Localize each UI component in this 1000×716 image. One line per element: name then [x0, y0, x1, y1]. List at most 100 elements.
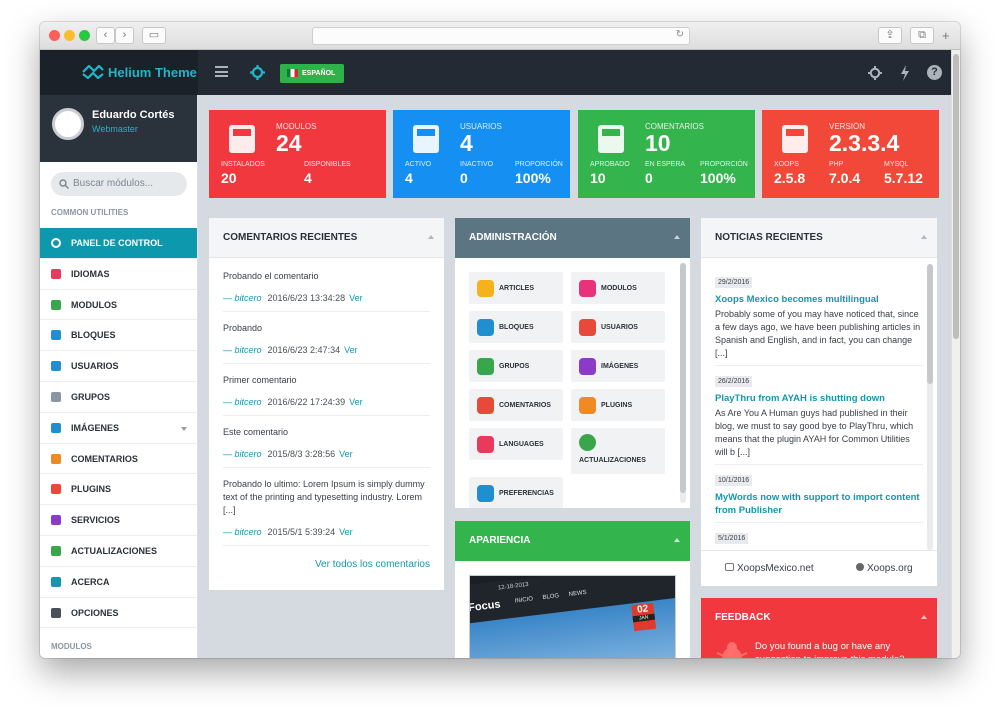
search-icon: [59, 179, 69, 189]
reload-icon[interactable]: ↻: [676, 29, 684, 40]
admin-item-bloques[interactable]: BLOQUES: [469, 311, 563, 343]
admin-item-actualizaciones[interactable]: ACTUALIZACIONES: [571, 428, 665, 474]
stat-card-comentarios[interactable]: COMENTARIOS 10 APROBADO 10 EN ESPERA 0 PROPORC…: [578, 110, 755, 198]
sidebar-item-panel-de-control[interactable]: PANEL DE CONTROL: [40, 228, 197, 259]
sidebar-item-label: IMÁGENES: [71, 422, 120, 433]
sidebar-item-label: GRUPOS: [71, 391, 111, 402]
theme-preview-image[interactable]: 12-18-2013 Focus INICIO BLOG NEWS 02 JAN: [469, 575, 676, 658]
view-all-comments-link[interactable]: Ver todos los comentarios: [209, 559, 444, 570]
user-role[interactable]: Webmaster: [92, 124, 138, 134]
stat-sub-label: DISPONIBLES: [304, 161, 351, 168]
forward-button[interactable]: ›: [115, 27, 134, 44]
maximize-window-button[interactable]: [79, 30, 90, 41]
share-icon[interactable]: ⇪: [878, 27, 902, 44]
tabs-icon[interactable]: ⧉: [910, 27, 934, 44]
admin-item-languages[interactable]: LANGUAGES: [469, 428, 563, 460]
info-icon: [51, 576, 61, 587]
stat-sub-value: 20: [221, 170, 237, 186]
stat-sub-label: PROPORCIÓN: [515, 161, 563, 168]
bolt-icon[interactable]: [900, 65, 910, 81]
stat-card-modulos[interactable]: MODULOS 24 INSTALADOS 20 DISPONIBLES 4: [209, 110, 386, 198]
sidebar-item-servicios[interactable]: SERVICIOS: [40, 505, 197, 536]
sidebar-item-idiomas[interactable]: IDIOMAS: [40, 259, 197, 290]
new-tab-icon[interactable]: +: [942, 28, 950, 43]
sidebar-item-opciones[interactable]: OPCIONES: [40, 598, 197, 629]
page-scroll-thumb[interactable]: [953, 54, 959, 339]
admin-item-imagenes[interactable]: IMÁGENES: [571, 350, 665, 382]
stat-sub-label: PROPORCIÓN: [700, 161, 748, 168]
collapse-caret-icon[interactable]: [674, 538, 680, 542]
comment-author[interactable]: — bitcero: [223, 293, 262, 303]
plugin-icon: [51, 484, 61, 495]
news-title-link[interactable]: MyWords now with support to import conte…: [715, 491, 923, 517]
gear-icon[interactable]: [250, 65, 265, 80]
page-scrollbar[interactable]: [951, 50, 960, 658]
news-date: 5/1/2016: [715, 533, 749, 544]
menu-icon[interactable]: [215, 66, 228, 77]
news-item: 5/1/2016¡Ya está disponible Common Utili…: [715, 523, 923, 548]
wrench-icon: [51, 607, 61, 618]
stat-card-version[interactable]: VERSIÓN 2.3.3.4 XOOPS 2.5.8 PHP 7.0.4 MYSQL 5.7…: [762, 110, 939, 198]
close-window-button[interactable]: [49, 30, 60, 41]
sidebar-item-usuarios[interactable]: USUARIOS: [40, 351, 197, 382]
address-bar[interactable]: ↻: [312, 27, 690, 45]
comment-meta: — bitcero 2016/6/23 2:47:34 Ver: [223, 345, 430, 355]
admin-scrollbar[interactable]: [680, 263, 686, 503]
sidebar-item-grupos[interactable]: GRUPOS: [40, 382, 197, 413]
view-comment-link[interactable]: Ver: [349, 293, 363, 303]
settings-icon[interactable]: [868, 66, 882, 80]
appearance-header: APARIENCIA: [455, 521, 690, 561]
comment-author[interactable]: — bitcero: [223, 397, 262, 407]
collapse-caret-icon[interactable]: [674, 235, 680, 239]
view-comment-link[interactable]: Ver: [344, 345, 358, 355]
blocks-icon: [477, 319, 494, 336]
preview-logo: Focus: [469, 598, 502, 615]
refresh-icon: [51, 545, 61, 556]
language-button[interactable]: ESPAÑOL: [280, 64, 344, 83]
comment-date: 2016/6/23 13:34:28: [267, 293, 346, 303]
xoops-org-link[interactable]: Xoops.org: [856, 563, 913, 574]
chevron-down-icon[interactable]: [181, 426, 187, 431]
comment-author[interactable]: — bitcero: [223, 527, 262, 537]
brand-logo[interactable]: Helium Theme: [40, 50, 198, 95]
comment-author[interactable]: — bitcero: [223, 449, 262, 459]
news-scrollbar[interactable]: [927, 264, 933, 550]
view-comment-link[interactable]: Ver: [339, 449, 353, 459]
sidebar-toggle-icon[interactable]: ▭: [142, 27, 166, 44]
admin-item-usuarios[interactable]: USUARIOS: [571, 311, 665, 343]
admin-item-grupos[interactable]: GRUPOS: [469, 350, 563, 382]
back-button[interactable]: ‹: [96, 27, 115, 44]
search-placeholder: Buscar módulos...: [73, 178, 154, 189]
news-title-link[interactable]: PlayThru from AYAH is shutting down: [715, 392, 923, 405]
module-search-input[interactable]: Buscar módulos...: [51, 172, 187, 196]
sidebar-item-actualizaciones[interactable]: ACTUALIZACIONES: [40, 536, 197, 567]
xoopsmexico-link[interactable]: XoopsMexico.net: [725, 563, 814, 574]
sidebar-item-imagenes[interactable]: IMÁGENES: [40, 413, 197, 444]
view-comment-link[interactable]: Ver: [339, 527, 353, 537]
comment-author[interactable]: — bitcero: [223, 345, 262, 355]
admin-item-plugins[interactable]: PLUGINS: [571, 389, 665, 421]
collapse-caret-icon[interactable]: [428, 235, 434, 239]
sidebar-item-comentarios[interactable]: COMENTARIOS: [40, 444, 197, 475]
avatar[interactable]: [52, 108, 84, 140]
news-title-link[interactable]: Xoops Mexico becomes multilingual: [715, 293, 923, 306]
image-icon: [579, 358, 596, 375]
admin-item-comentarios[interactable]: COMENTARIOS: [469, 389, 563, 421]
stat-card-usuarios[interactable]: USUARIOS 4 ACTIVO 4 INACTIVO 0 PROPORCIÓN 100%: [393, 110, 570, 198]
administration-panel: ADMINISTRACIÓN ARTICLES MODULOS BLOQUES USU…: [455, 218, 690, 508]
minimize-window-button[interactable]: [64, 30, 75, 41]
sidebar-item-modulos[interactable]: MODULOS: [40, 290, 197, 321]
sidebar-item-acerca[interactable]: ACERCA: [40, 567, 197, 598]
sidebar-item-label: PANEL DE CONTROL: [71, 238, 163, 248]
sidebar-item-plugins[interactable]: PLUGINS: [40, 474, 197, 506]
admin-item-modulos[interactable]: MODULOS: [571, 272, 665, 304]
help-icon[interactable]: ?: [927, 65, 942, 80]
collapse-caret-icon[interactable]: [921, 615, 927, 619]
view-comment-link[interactable]: Ver: [349, 397, 363, 407]
admin-item-articles[interactable]: ARTICLES: [469, 272, 563, 304]
user-profile[interactable]: Eduardo Cortés Webmaster: [40, 95, 197, 162]
admin-item-preferencias[interactable]: PREFERENCIAS: [469, 477, 563, 508]
collapse-caret-icon[interactable]: [921, 235, 927, 239]
services-icon: [51, 515, 61, 526]
sidebar-item-bloques[interactable]: BLOQUES: [40, 320, 197, 352]
